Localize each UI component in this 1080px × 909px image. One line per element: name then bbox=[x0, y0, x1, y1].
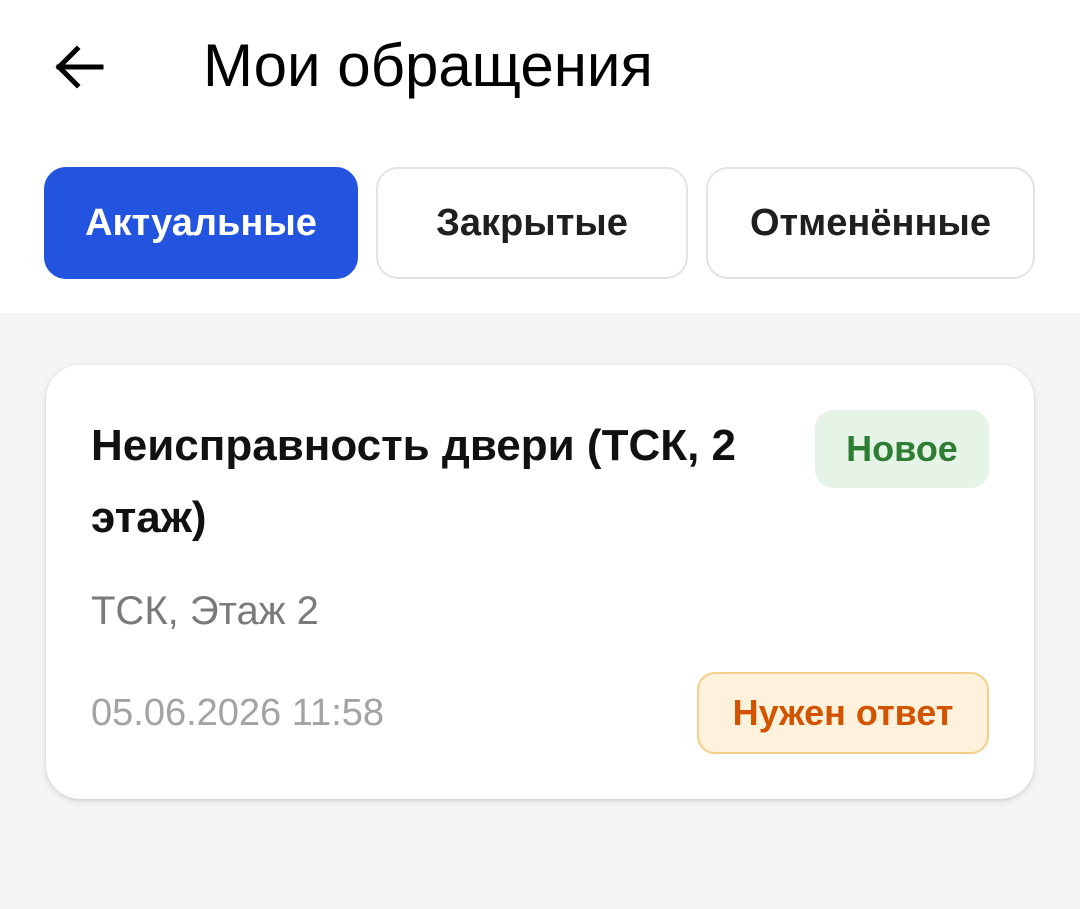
reply-needed-badge: Нужен ответ bbox=[697, 672, 989, 754]
ticket-datetime: 05.06.2026 11:58 bbox=[91, 692, 385, 734]
page-title: Мои обращения bbox=[203, 32, 653, 99]
tab-closed[interactable]: Закрытые bbox=[376, 167, 688, 279]
ticket-location: ТСК, Этаж 2 bbox=[91, 589, 319, 633]
tickets-list: Неисправность двери (ТСК, 2 этаж) Новое … bbox=[0, 313, 1080, 909]
page: Мои обращения Актуальные Закрытые Отменё… bbox=[0, 0, 1080, 909]
status-badge: Новое bbox=[815, 410, 989, 488]
ticket-card[interactable]: Неисправность двери (ТСК, 2 этаж) Новое … bbox=[46, 365, 1034, 799]
back-button[interactable] bbox=[40, 34, 118, 100]
ticket-title: Неисправность двери (ТСК, 2 этаж) bbox=[91, 421, 737, 542]
arrow-left-icon bbox=[55, 45, 104, 89]
tab-cancelled[interactable]: Отменённые bbox=[706, 167, 1035, 279]
app-header: Мои обращения bbox=[0, 0, 1080, 140]
tab-bar: Актуальные Закрытые Отменённые bbox=[44, 167, 1035, 279]
tab-active[interactable]: Актуальные bbox=[44, 167, 358, 279]
